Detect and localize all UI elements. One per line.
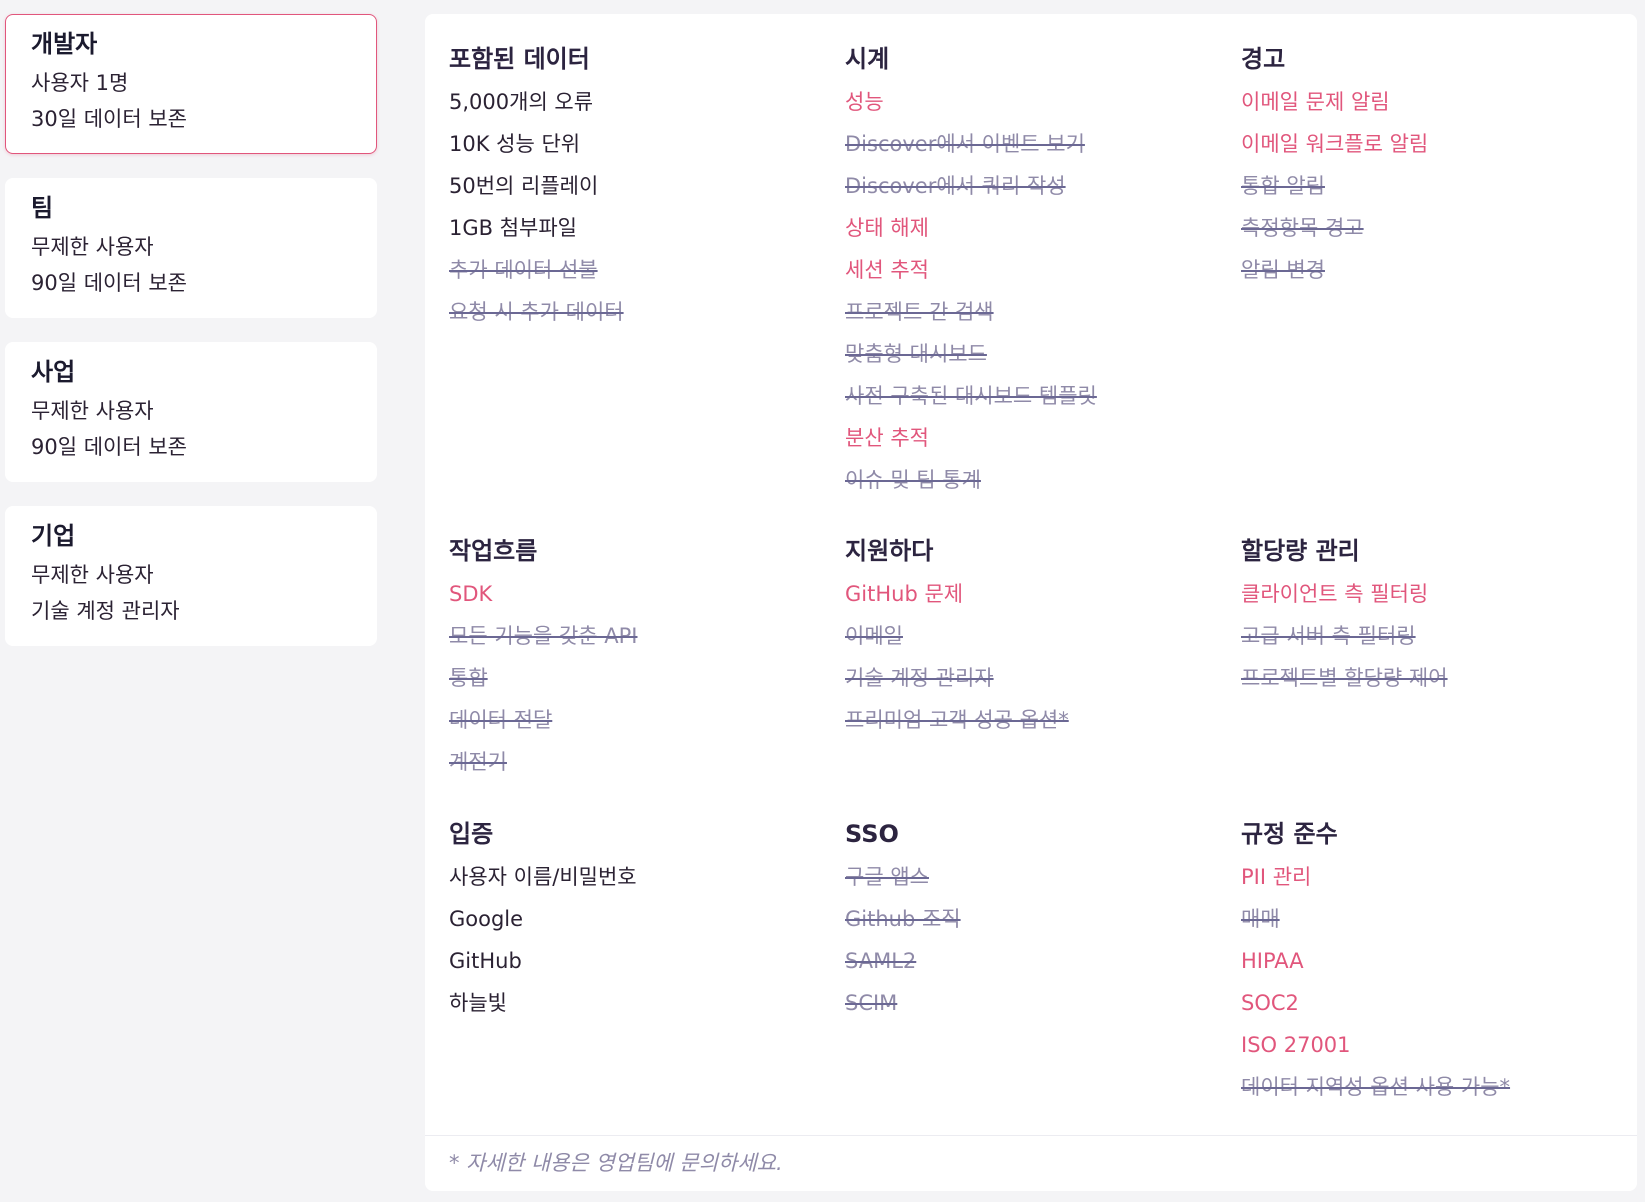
plan-card-developer[interactable]: 개발자 사용자 1명 30일 데이터 보존	[5, 14, 377, 154]
feature-item: 상태 해제	[845, 216, 929, 240]
feature-item: HIPAA	[1241, 949, 1304, 973]
feature-item: 고급 서버 측 필터링	[1241, 624, 1416, 648]
feature-row: 작업흐름 SDK 모든 기능을 갖춘 API 통합 데이터 전달 계전기 지원하…	[449, 536, 1637, 819]
plan-card-enterprise[interactable]: 기업 무제한 사용자 기술 계정 관리자	[5, 506, 377, 646]
feature-item: SAML2	[845, 949, 917, 973]
feature-group-sso: SSO 구글 앱스 Github 조직 SAML2 SCIM	[845, 819, 1241, 1149]
feature-item: 요청 시 추가 데이터	[449, 300, 624, 324]
plan-users: 무제한 사용자	[31, 563, 154, 587]
feature-group-support: 지원하다 GitHub 문제 이메일 기술 계정 관리자 프리미엄 고객 성공 …	[845, 536, 1241, 819]
feature-item: SOC2	[1241, 991, 1299, 1015]
feature-item: 분산 추적	[845, 426, 929, 450]
pricing-plan-comparison: 개발자 사용자 1명 30일 데이터 보존 팀 무제한 사용자 90일 데이터 …	[0, 0, 1645, 1202]
feature-item: 통합	[449, 666, 488, 690]
footer-divider	[425, 1135, 1637, 1136]
feature-item: 50번의 리플레이	[449, 174, 599, 198]
feature-item: 기술 계정 관리자	[845, 666, 994, 690]
feature-item: 모든 기능을 갖춘 API	[449, 624, 638, 648]
feature-grid: 포함된 데이터 5,000개의 오류 10K 성능 단위 50번의 리플레이 1…	[449, 44, 1637, 1149]
feature-item: 세션 추적	[845, 258, 929, 282]
feature-item: 계전기	[449, 750, 507, 774]
feature-item: 프로젝트별 할당량 제어	[1241, 666, 1448, 690]
plan-list: 개발자 사용자 1명 30일 데이터 보존 팀 무제한 사용자 90일 데이터 …	[5, 14, 377, 670]
feature-group-quota-management: 할당량 관리 클라이언트 측 필터링 고급 서버 측 필터링 프로젝트별 할당량…	[1241, 536, 1637, 819]
sales-footnote: * 자세한 내용은 영업팀에 문의하세요.	[449, 1151, 783, 1175]
plan-name: 개발자	[31, 30, 98, 58]
plan-retention: 90일 데이터 보존	[31, 435, 187, 459]
feature-item: 측정항목 경고	[1241, 216, 1364, 240]
feature-item: Github 조직	[845, 907, 961, 931]
feature-item: ISO 27001	[1241, 1033, 1351, 1057]
feature-item: 이슈 및 팀 통계	[845, 468, 981, 492]
feature-item: 데이터 지역성 옵션 사용 가능*	[1241, 1075, 1511, 1099]
feature-item: 통합 알림	[1241, 174, 1325, 198]
feature-item: 추가 데이터 선불	[449, 258, 598, 282]
feature-row: 입증 사용자 이름/비밀번호 Google GitHub 하늘빛 SSO 구글 …	[449, 819, 1637, 1149]
feature-item: 5,000개의 오류	[449, 90, 594, 114]
group-title: 입증	[449, 820, 494, 848]
feature-group-authentication: 입증 사용자 이름/비밀번호 Google GitHub 하늘빛	[449, 819, 845, 1149]
plan-users: 무제한 사용자	[31, 235, 154, 259]
feature-item: 매매	[1241, 907, 1280, 931]
group-title: 규정 준수	[1241, 820, 1338, 848]
feature-item: 1GB 첨부파일	[449, 216, 577, 240]
feature-item: 사전 구축된 대시보드 템플릿	[845, 384, 1097, 408]
feature-item: 하늘빛	[449, 991, 507, 1015]
feature-item: PII 관리	[1241, 865, 1312, 889]
feature-item: 구글 앱스	[845, 865, 929, 889]
group-title: 작업흐름	[449, 537, 538, 565]
plan-name: 기업	[31, 522, 76, 550]
feature-group-included-data: 포함된 데이터 5,000개의 오류 10K 성능 단위 50번의 리플레이 1…	[449, 44, 845, 536]
feature-item: 프리미엄 고객 성공 옵션*	[845, 708, 1069, 732]
group-title: 포함된 데이터	[449, 45, 590, 73]
feature-item: 이메일 워크플로 알림	[1241, 132, 1429, 156]
feature-item: Discover에서 이벤트 보기	[845, 132, 1085, 156]
feature-group-compliance: 규정 준수 PII 관리 매매 HIPAA SOC2 ISO 27001 데이터…	[1241, 819, 1637, 1149]
feature-item: SCIM	[845, 991, 898, 1015]
plan-retention: 90일 데이터 보존	[31, 271, 187, 295]
plan-account-manager: 기술 계정 관리자	[31, 599, 180, 623]
plan-users: 무제한 사용자	[31, 399, 154, 423]
plan-name: 팀	[31, 194, 54, 222]
feature-item: Discover에서 쿼리 작성	[845, 174, 1066, 198]
feature-item: 사용자 이름/비밀번호	[449, 865, 637, 889]
plan-retention: 30일 데이터 보존	[31, 107, 187, 131]
group-title: 경고	[1241, 45, 1286, 73]
feature-item: 맞춤형 대시보드	[845, 342, 987, 366]
feature-item: SDK	[449, 582, 493, 606]
plan-card-team[interactable]: 팀 무제한 사용자 90일 데이터 보존	[5, 178, 377, 318]
plan-name: 사업	[31, 358, 76, 386]
feature-item: GitHub 문제	[845, 582, 964, 606]
group-title: 시계	[845, 45, 890, 73]
feature-item: Google	[449, 907, 524, 931]
feature-group-monitoring: 시계 성능 Discover에서 이벤트 보기 Discover에서 쿼리 작성…	[845, 44, 1241, 536]
feature-item: 성능	[845, 90, 884, 114]
feature-panel: 포함된 데이터 5,000개의 오류 10K 성능 단위 50번의 리플레이 1…	[425, 14, 1637, 1191]
feature-item: 알림 변경	[1241, 258, 1325, 282]
feature-item: 이메일	[845, 624, 903, 648]
feature-group-alerts: 경고 이메일 문제 알림 이메일 워크플로 알림 통합 알림 측정항목 경고 알…	[1241, 44, 1637, 536]
feature-row: 포함된 데이터 5,000개의 오류 10K 성능 단위 50번의 리플레이 1…	[449, 44, 1637, 536]
feature-item: GitHub	[449, 949, 522, 973]
feature-item: 프로젝트 간 검색	[845, 300, 994, 324]
feature-item: 데이터 전달	[449, 708, 553, 732]
group-title: 할당량 관리	[1241, 537, 1360, 565]
group-title: SSO	[845, 820, 899, 848]
feature-item: 10K 성능 단위	[449, 132, 581, 156]
feature-group-workflow: 작업흐름 SDK 모든 기능을 갖춘 API 통합 데이터 전달 계전기	[449, 536, 845, 819]
plan-users: 사용자 1명	[31, 71, 129, 95]
feature-item: 클라이언트 측 필터링	[1241, 582, 1429, 606]
plan-card-business[interactable]: 사업 무제한 사용자 90일 데이터 보존	[5, 342, 377, 482]
feature-item: 이메일 문제 알림	[1241, 90, 1390, 114]
group-title: 지원하다	[845, 537, 934, 565]
